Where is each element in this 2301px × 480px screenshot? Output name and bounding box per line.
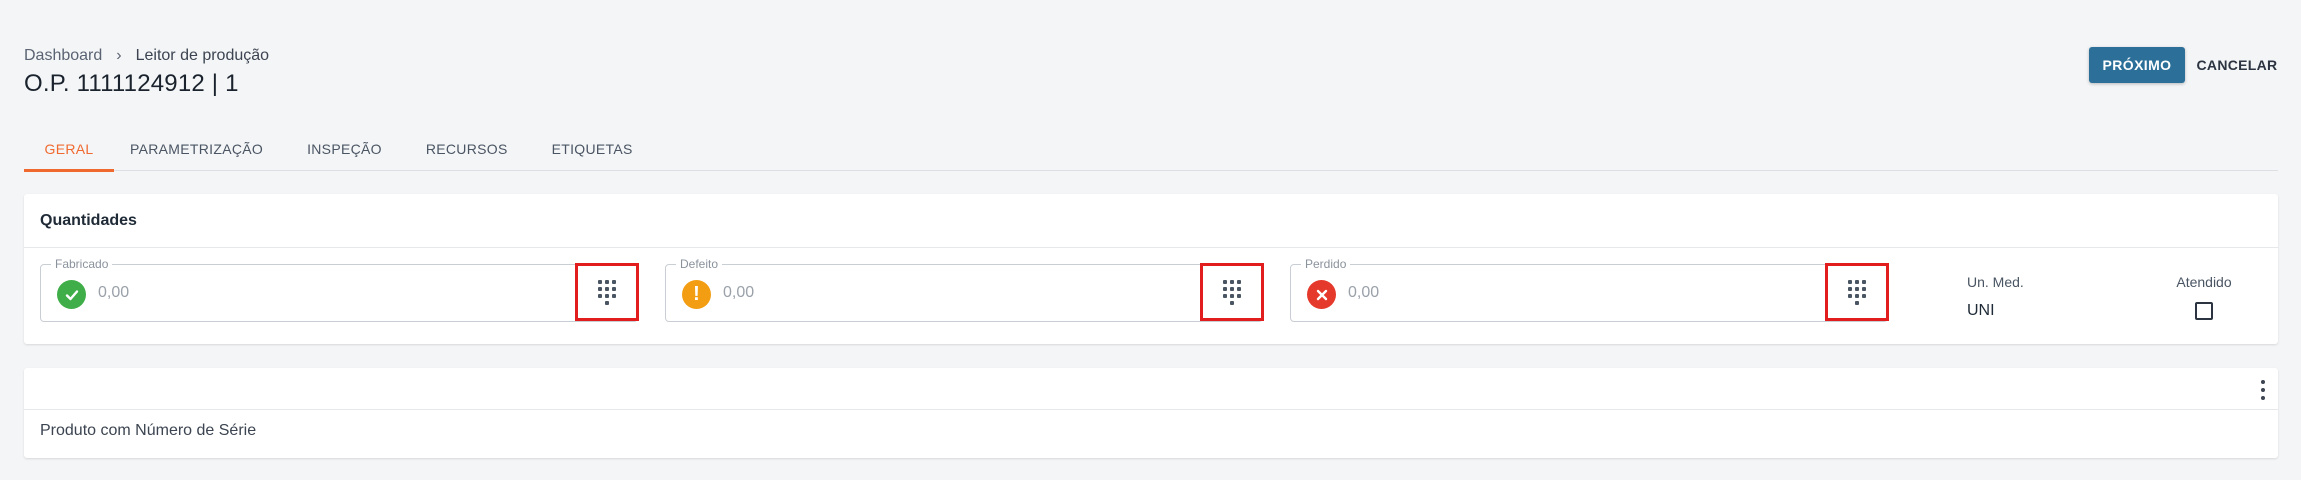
quantities-header: Quantidades	[24, 194, 2278, 248]
quantities-card: Quantidades Fabricado 0,00 Defeito ! 0,0…	[24, 194, 2278, 344]
check-icon	[57, 280, 86, 309]
next-button[interactable]: PRÓXIMO	[2089, 47, 2185, 83]
fabricado-value[interactable]: 0,00	[98, 284, 129, 302]
fabricado-label: Fabricado	[51, 257, 113, 271]
breadcrumb: Dashboard › Leitor de produção	[24, 47, 269, 65]
serial-card: Produto com Número de Série	[24, 368, 2278, 458]
serial-label: Produto com Número de Série	[40, 422, 257, 439]
warning-icon: !	[682, 280, 711, 309]
close-icon	[1307, 280, 1336, 309]
keypad-icon[interactable]	[575, 263, 639, 321]
perdido-field[interactable]: Perdido 0,00	[1290, 257, 1889, 322]
tab-geral[interactable]: GERAL	[24, 126, 114, 172]
unit-label: Un. Med.	[1967, 274, 2024, 290]
attended-label: Atendido	[2176, 274, 2232, 290]
perdido-label: Perdido	[1301, 257, 1351, 271]
tab-recursos[interactable]: RECURSOS	[404, 126, 530, 171]
tab-parametrizacao[interactable]: PARAMETRIZAÇÃO	[114, 126, 285, 171]
perdido-value[interactable]: 0,00	[1348, 284, 1379, 302]
breadcrumb-current: Leitor de produção	[135, 47, 270, 64]
defeito-label: Defeito	[676, 257, 723, 271]
attended-checkbox[interactable]	[2195, 302, 2213, 320]
chevron-right-icon: ›	[116, 47, 122, 64]
tab-bar: GERAL PARAMETRIZAÇÃO INSPEÇÃO RECURSOS E…	[24, 126, 2278, 172]
defeito-field[interactable]: Defeito ! 0,00	[665, 257, 1264, 322]
keypad-icon[interactable]	[1825, 263, 1889, 321]
serial-card-toolbar	[24, 368, 2278, 410]
defeito-value[interactable]: 0,00	[723, 284, 754, 302]
fabricado-field[interactable]: Fabricado 0,00	[40, 257, 639, 322]
unit-of-measure: Un. Med. UNI	[1967, 274, 2024, 320]
more-vertical-icon[interactable]	[2258, 380, 2268, 400]
tab-inspecao[interactable]: INSPEÇÃO	[285, 126, 404, 171]
attended-group: Atendido	[2154, 274, 2254, 320]
breadcrumb-dashboard-link[interactable]: Dashboard	[24, 47, 102, 65]
page-title: O.P. 1111124912 | 1	[24, 70, 239, 97]
keypad-icon[interactable]	[1200, 263, 1264, 321]
tab-etiquetas[interactable]: ETIQUETAS	[530, 126, 655, 171]
cancel-button[interactable]: CANCELAR	[2190, 47, 2284, 83]
unit-value: UNI	[1967, 302, 1995, 319]
